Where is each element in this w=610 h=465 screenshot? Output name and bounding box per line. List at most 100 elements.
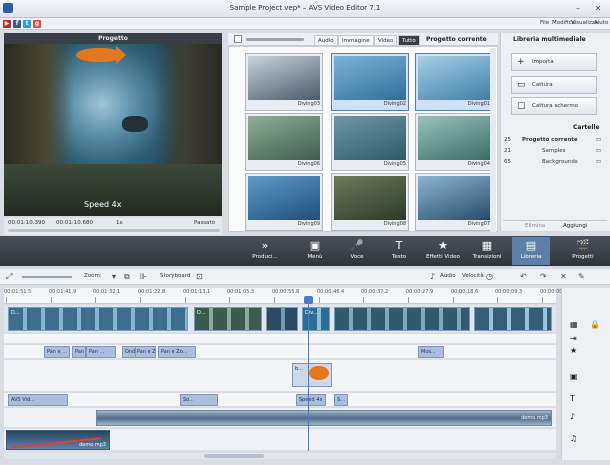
media-thumb[interactable]: Diving02 bbox=[331, 53, 409, 111]
media-thumb[interactable]: Diving07 bbox=[415, 173, 493, 231]
view-toggle-icon[interactable] bbox=[234, 35, 242, 43]
toolbar-voice-button[interactable]: 🎤 Voce bbox=[338, 237, 376, 265]
speed-icon[interactable]: ◷ bbox=[486, 271, 493, 283]
add-folder-button[interactable]: Aggiungi bbox=[563, 223, 587, 229]
playhead-handle[interactable] bbox=[304, 296, 313, 304]
toolbar-library-button[interactable]: ▤ Libreria bbox=[512, 237, 550, 265]
timeline-scrollbar[interactable] bbox=[4, 453, 556, 459]
undo-icon[interactable]: ↶ bbox=[520, 271, 527, 283]
music-track-icon[interactable]: ♫ bbox=[570, 434, 577, 443]
audio-label[interactable]: Audio bbox=[440, 273, 456, 279]
toolbar-produce-button[interactable]: » Produci... bbox=[246, 237, 284, 265]
effect-clip[interactable]: Pan e ... bbox=[44, 346, 70, 358]
facebook-icon[interactable]: f bbox=[13, 20, 21, 28]
video-clip[interactable] bbox=[334, 307, 470, 331]
window-title: Sample Project.vep* – AVS Video Editor 7… bbox=[229, 4, 381, 12]
media-thumb[interactable]: Diving09 bbox=[245, 173, 323, 231]
timeline-toolbar: ⤢ Zoom: ▾ ⧉ ⊪ Storyboard ⊡ Audio ♪ Veloc… bbox=[0, 269, 610, 285]
speed-label[interactable]: Velocità bbox=[462, 273, 484, 279]
playhead-line[interactable] bbox=[308, 296, 309, 451]
text-clip[interactable]: S... bbox=[334, 394, 348, 406]
minimize-button[interactable]: – bbox=[572, 3, 584, 14]
delete-icon[interactable]: ✕ bbox=[560, 271, 567, 283]
video-clip[interactable] bbox=[266, 307, 298, 331]
video-clip[interactable]: D... bbox=[8, 307, 188, 331]
capture-screen-button[interactable]: ▢ Cattura schermo bbox=[511, 97, 597, 115]
folder-label: Samples bbox=[542, 148, 566, 154]
audio-track: demo.mp3 bbox=[4, 408, 556, 428]
ruler-tick bbox=[95, 297, 96, 303]
ruler-label: 00:00:27.9 bbox=[406, 289, 434, 295]
audio-track-icon[interactable]: ♪ bbox=[570, 412, 575, 421]
tab-image[interactable]: Immagine bbox=[338, 35, 374, 45]
overlay-track-icon[interactable]: ▣ bbox=[570, 372, 578, 381]
text-clip[interactable]: AVS Vid... bbox=[8, 394, 68, 406]
toolbar-transitions-button[interactable]: ▦ Transizioni bbox=[468, 237, 506, 265]
music-clip[interactable]: demo.mp3 bbox=[6, 430, 110, 450]
trim-icon[interactable]: ⊪ bbox=[140, 271, 147, 283]
video-clip[interactable]: D... bbox=[194, 307, 262, 331]
menu-help[interactable]: Aiuto bbox=[594, 20, 608, 26]
lock-icon[interactable]: 🔒 bbox=[590, 320, 600, 329]
transition-track-icon[interactable]: ⇥ bbox=[570, 334, 577, 343]
toolbar-text-button[interactable]: T Testo bbox=[380, 237, 418, 265]
effect-clip[interactable]: Mos... bbox=[418, 346, 444, 358]
timeline-zoom-slider[interactable] bbox=[22, 276, 72, 278]
menu-file[interactable]: File bbox=[540, 20, 549, 26]
capture-button[interactable]: ▭ Cattura bbox=[511, 76, 597, 94]
video-clip[interactable]: Div... bbox=[302, 307, 330, 331]
effect-clip[interactable]: Pan e Z... bbox=[134, 346, 156, 358]
ruler-tick bbox=[229, 297, 230, 303]
edit-icon[interactable]: ✎ bbox=[578, 271, 585, 283]
video-clip[interactable] bbox=[474, 307, 552, 331]
thumb-image bbox=[334, 56, 406, 100]
audio-icon[interactable]: ♪ bbox=[430, 271, 435, 283]
thumb-size-slider[interactable] bbox=[246, 38, 304, 41]
text-track-icon[interactable]: T bbox=[570, 394, 575, 403]
close-button[interactable]: ✕ bbox=[592, 3, 604, 14]
toolbar-menu-button[interactable]: ▣ Menù bbox=[296, 237, 334, 265]
media-thumb[interactable]: Diving04 bbox=[415, 113, 493, 171]
storyboard-button[interactable]: Storyboard bbox=[160, 273, 190, 279]
media-thumb[interactable]: Diving08 bbox=[331, 173, 409, 231]
folder-count: 21 bbox=[504, 148, 511, 154]
google-plus-icon[interactable]: g bbox=[33, 20, 41, 28]
timeline-scroll-thumb[interactable] bbox=[204, 454, 264, 458]
toolbar-video-effects-button[interactable]: ★ Effetti Video bbox=[424, 237, 462, 265]
timeline-fit-icon[interactable]: ⤢ bbox=[6, 271, 12, 283]
text-clip[interactable]: Speed 4x bbox=[296, 394, 326, 406]
effect-clip[interactable]: Pan e Zo... bbox=[158, 346, 196, 358]
effect-clip[interactable]: Pan ... bbox=[72, 346, 86, 358]
twitter-icon[interactable]: t bbox=[23, 20, 31, 28]
current-project-label: Progetto corrente bbox=[426, 36, 487, 43]
media-thumb[interactable]: Diving01 bbox=[415, 53, 493, 111]
effects-track-icon[interactable]: ★ bbox=[570, 346, 577, 355]
timeline-ruler[interactable]: 00:01:51.5 00:01:41.9 00:01:32.1 00:01:22.8… bbox=[4, 288, 567, 304]
media-thumb[interactable]: Diving03 bbox=[245, 53, 323, 111]
track-controls: ▦ ⇥ ★ ▣ T ♪ ♫ 🔒 bbox=[561, 288, 610, 460]
preview-seek-slider[interactable] bbox=[8, 229, 220, 232]
toolbar-projects-button[interactable]: 🎬 Progetti bbox=[564, 237, 602, 265]
video-track-icon[interactable]: ▦ bbox=[570, 320, 578, 329]
remove-folder-button[interactable]: Elimina bbox=[525, 223, 545, 229]
youtube-icon[interactable]: ▶ bbox=[3, 20, 11, 28]
split-icon[interactable]: ⧉ bbox=[124, 271, 130, 283]
media-thumb[interactable]: Diving05 bbox=[331, 113, 409, 171]
library-scrollbar[interactable] bbox=[490, 48, 496, 232]
tab-all[interactable]: Tutto bbox=[398, 35, 420, 45]
text-clip[interactable]: So... bbox=[180, 394, 218, 406]
chevron-down-icon[interactable]: ▾ bbox=[112, 271, 116, 283]
tab-video[interactable]: Video bbox=[374, 35, 398, 45]
thumb-label: Diving05 bbox=[383, 161, 406, 167]
redo-icon[interactable]: ↷ bbox=[540, 271, 547, 283]
thumb-label: Diving04 bbox=[467, 161, 490, 167]
marker-icon[interactable]: ⊡ bbox=[196, 271, 203, 283]
effect-clip[interactable]: Onda bbox=[122, 346, 136, 358]
audio-waveform-clip[interactable]: demo.mp3 bbox=[96, 410, 552, 426]
effect-clip[interactable]: Pan ... bbox=[86, 346, 116, 358]
thumb-label: Diving07 bbox=[467, 221, 490, 227]
media-thumb[interactable]: Diving06 bbox=[245, 113, 323, 171]
overlay-clip[interactable]: b... bbox=[292, 363, 332, 387]
import-button[interactable]: + Importa bbox=[511, 53, 597, 71]
tab-audio[interactable]: Audio bbox=[314, 35, 338, 45]
